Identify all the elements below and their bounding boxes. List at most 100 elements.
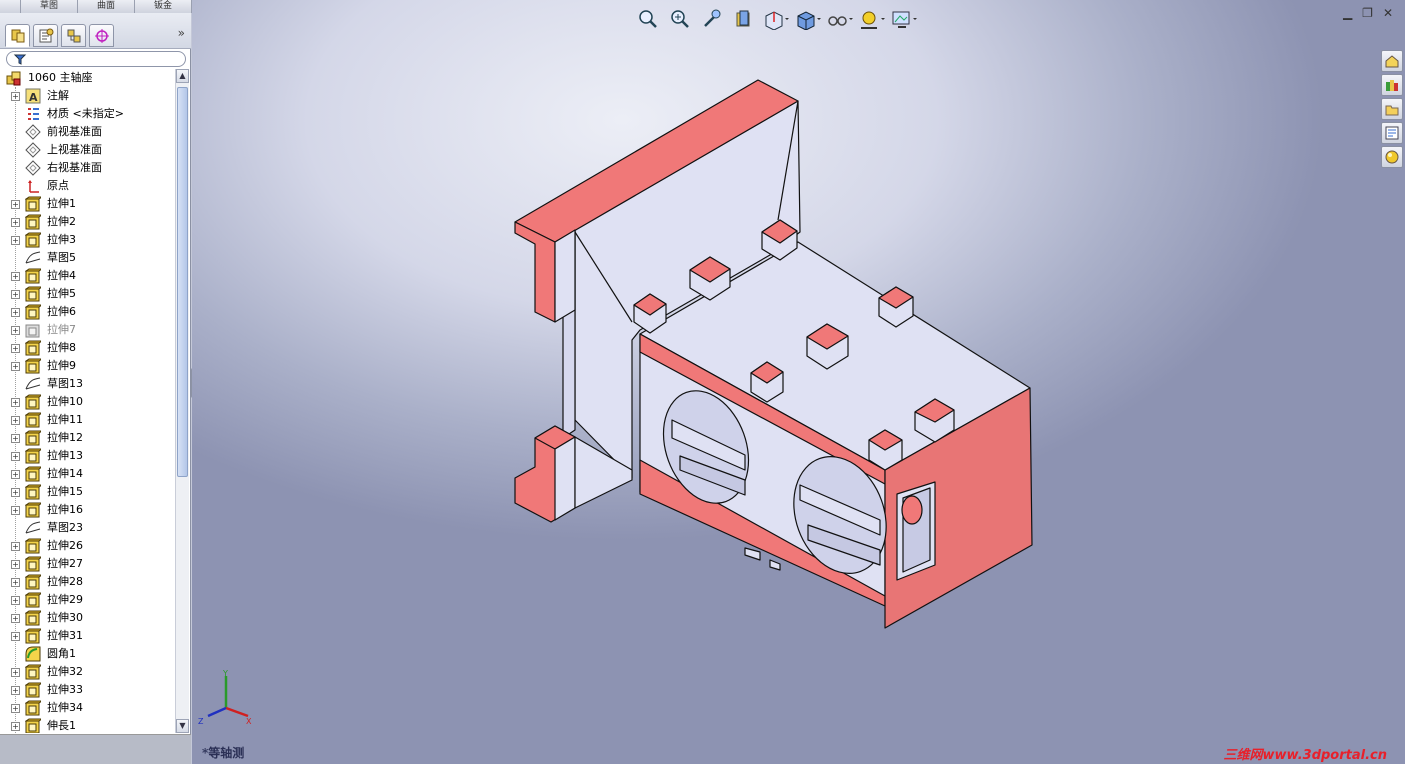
expand-icon[interactable]: + — [11, 452, 20, 461]
appearances-scenes-tab[interactable] — [1381, 146, 1403, 168]
tree-item[interactable]: + 拉伸14 — [0, 465, 175, 483]
tree-item[interactable]: + 拉伸29 — [0, 591, 175, 609]
tree-item[interactable]: 草图23 — [0, 519, 175, 537]
expand-icon[interactable]: + — [11, 200, 20, 209]
tree-item[interactable]: + 拉伸5 — [0, 285, 175, 303]
expand-icon[interactable]: + — [11, 596, 20, 605]
tree-item[interactable]: 草图13 — [0, 375, 175, 393]
zoom-to-fit-button[interactable] — [632, 6, 664, 32]
expand-icon[interactable]: + — [11, 344, 20, 353]
expand-icon[interactable]: + — [11, 722, 20, 731]
tree-item[interactable]: + 拉伸26 — [0, 537, 175, 555]
command-tab-3[interactable]: 钣金 — [135, 0, 192, 13]
tree-item[interactable]: 原点 — [0, 177, 175, 195]
expand-icon[interactable]: + — [11, 686, 20, 695]
tree-filter-input[interactable] — [6, 51, 186, 67]
tree-item[interactable]: + 拉伸9 — [0, 357, 175, 375]
close-icon[interactable]: ✕ — [1383, 6, 1393, 20]
tree-item[interactable]: + 拉伸2 — [0, 213, 175, 231]
expand-icon[interactable]: + — [11, 416, 20, 425]
expand-icon[interactable]: + — [11, 632, 20, 641]
tree-scrollbar[interactable]: ▲ ▼ — [175, 69, 189, 733]
expand-icon[interactable]: + — [11, 398, 20, 407]
tree-item[interactable]: + 拉伸30 — [0, 609, 175, 627]
tree-item-label: 拉伸32 — [47, 665, 83, 678]
expand-icon[interactable]: + — [11, 92, 20, 101]
tree-item[interactable]: 草图5 — [0, 249, 175, 267]
expand-icon[interactable]: + — [11, 560, 20, 569]
expand-icon[interactable]: + — [11, 578, 20, 587]
tree-item[interactable]: + 拉伸32 — [0, 663, 175, 681]
expand-icon[interactable]: + — [11, 308, 20, 317]
tree-item[interactable]: + 拉伸12 — [0, 429, 175, 447]
tab-configuration-manager[interactable] — [61, 24, 86, 47]
tab-property-manager[interactable] — [33, 24, 58, 47]
feature-tree-icon — [11, 29, 24, 42]
scroll-up-icon[interactable]: ▲ — [176, 69, 189, 83]
tree-item[interactable]: + 拉伸6 — [0, 303, 175, 321]
tree-item[interactable]: + A 注解 — [0, 87, 175, 105]
tree-item[interactable]: 前视基准面 — [0, 123, 175, 141]
tree-item[interactable]: + 拉伸31 — [0, 627, 175, 645]
tree-item[interactable]: + 拉伸7 — [0, 321, 175, 339]
tab-feature-manager[interactable] — [5, 24, 30, 47]
expand-icon[interactable]: + — [11, 506, 20, 515]
file-explorer-tab[interactable] — [1381, 98, 1403, 120]
tree-item[interactable]: 上视基准面 — [0, 141, 175, 159]
tree-item[interactable]: + 拉伸33 — [0, 681, 175, 699]
display-style-button[interactable] — [792, 6, 824, 32]
tree-item[interactable]: + 拉伸13 — [0, 447, 175, 465]
expand-icon[interactable]: + — [11, 434, 20, 443]
graphics-area[interactable]: ▁ ❐ ✕ Y X Z *等轴测 三维网www.3dportal.cn — [192, 0, 1405, 764]
tree-item[interactable]: + 拉伸27 — [0, 555, 175, 573]
solidworks-resources-tab[interactable] — [1381, 50, 1403, 72]
expand-icon[interactable]: + — [11, 614, 20, 623]
design-library-tab[interactable] — [1381, 74, 1403, 96]
tree-item[interactable]: + 拉伸15 — [0, 483, 175, 501]
extrude-icon — [24, 502, 44, 518]
expand-icon[interactable]: + — [11, 488, 20, 497]
tree-item[interactable]: 材质 <未指定> — [0, 105, 175, 123]
appearance-sphere-icon — [1385, 150, 1399, 164]
tree-root-part[interactable]: 1060 主轴座 — [0, 69, 175, 87]
command-tab-2[interactable]: 曲面 — [78, 0, 135, 13]
command-tab-0[interactable] — [0, 0, 21, 13]
tree-item[interactable]: 右视基准面 — [0, 159, 175, 177]
expand-icon[interactable]: + — [11, 236, 20, 245]
expand-icon[interactable]: + — [11, 362, 20, 371]
tree-item[interactable]: + 拉伸4 — [0, 267, 175, 285]
expand-icon[interactable]: + — [11, 326, 20, 335]
previous-view-button[interactable] — [696, 6, 728, 32]
expand-icon[interactable]: + — [11, 470, 20, 479]
command-tab-1[interactable]: 草图 — [21, 0, 78, 13]
expand-icon[interactable]: + — [11, 668, 20, 677]
expand-icon[interactable]: + — [11, 290, 20, 299]
apply-scene-button[interactable] — [888, 6, 920, 32]
expand-icon[interactable]: + — [11, 218, 20, 227]
tree-item[interactable]: + 拉伸1 — [0, 195, 175, 213]
scroll-down-icon[interactable]: ▼ — [176, 719, 189, 733]
tree-item[interactable]: + 拉伸16 — [0, 501, 175, 519]
tree-item[interactable]: + 伸長1 — [0, 717, 175, 733]
tree-item[interactable]: + 拉伸10 — [0, 393, 175, 411]
minimize-icon[interactable]: ▁ — [1343, 6, 1352, 20]
expand-icon[interactable]: + — [11, 272, 20, 281]
tree-item[interactable]: + 拉伸28 — [0, 573, 175, 591]
expand-icon[interactable]: + — [11, 704, 20, 713]
hide-show-items-button[interactable] — [824, 6, 856, 32]
expand-icon[interactable]: + — [11, 542, 20, 551]
tree-item[interactable]: + 拉伸11 — [0, 411, 175, 429]
view-palette-tab[interactable] — [1381, 122, 1403, 144]
view-orientation-button[interactable] — [760, 6, 792, 32]
expand-panel-icon[interactable]: » — [178, 26, 185, 40]
tree-item[interactable]: + 拉伸3 — [0, 231, 175, 249]
tree-item[interactable]: + 拉伸34 — [0, 699, 175, 717]
edit-appearance-button[interactable] — [856, 6, 888, 32]
tree-item[interactable]: + 拉伸8 — [0, 339, 175, 357]
zoom-to-area-button[interactable] — [664, 6, 696, 32]
restore-icon[interactable]: ❐ — [1362, 6, 1373, 20]
section-view-button[interactable] — [728, 6, 760, 32]
scroll-thumb[interactable] — [177, 87, 188, 477]
tree-item[interactable]: 圆角1 — [0, 645, 175, 663]
tab-dimxpert-manager[interactable] — [89, 24, 114, 47]
